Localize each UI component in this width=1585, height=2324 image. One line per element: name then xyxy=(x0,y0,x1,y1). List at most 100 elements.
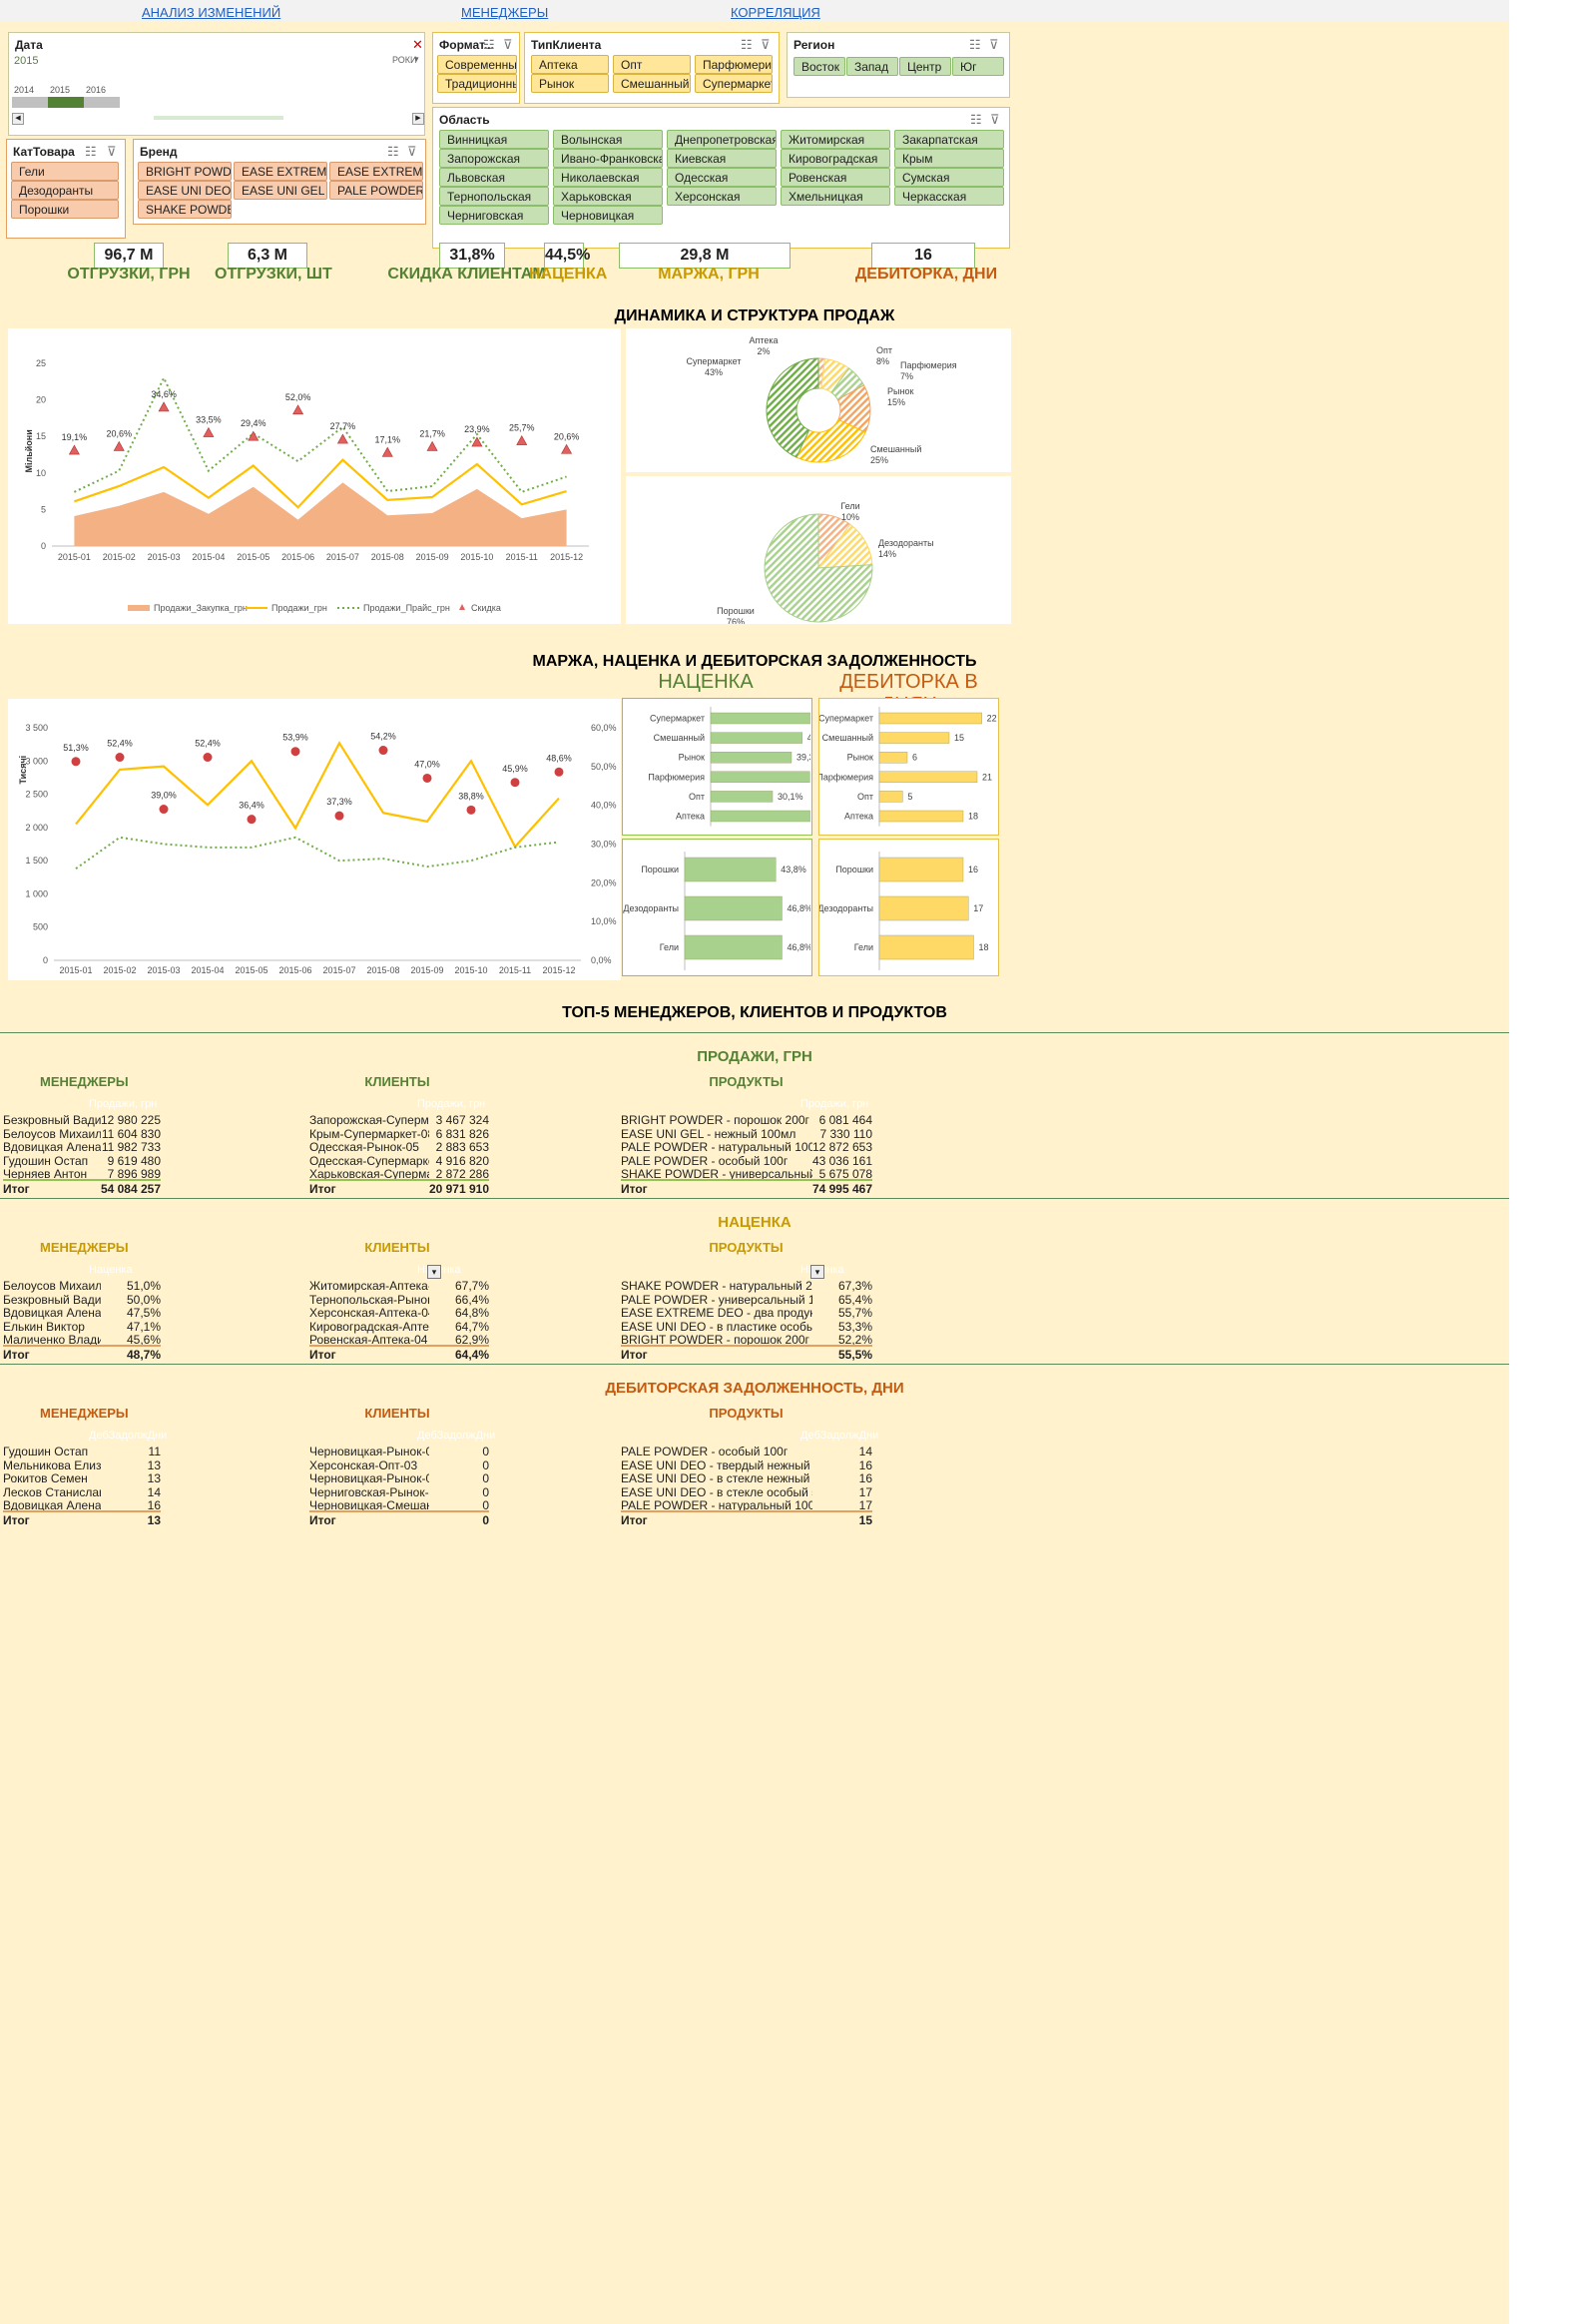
bar xyxy=(710,791,774,803)
donut-slice-label: Смешанный 25% xyxy=(870,444,921,465)
client-type-donut: Аптека 2% Опт 8% Парфюмерия 7% Рынок 15% Смешанн… xyxy=(626,328,1011,472)
slicer-button[interactable]: Львовская xyxy=(439,168,549,187)
slicer-button[interactable]: Рынок xyxy=(531,74,609,93)
slicer-button[interactable]: Смешанный xyxy=(613,74,691,93)
period-dropdown[interactable]: РОКИ xyxy=(392,55,417,65)
table-total-row: Итог 13 xyxy=(3,1511,161,1529)
section-title-margin: МАРЖА, НАЦЕНКА И ДЕБИТОРСКАЯ ЗАДОЛЖЕННОС… xyxy=(532,653,977,670)
slicer-button[interactable]: Черновицкая xyxy=(553,206,663,225)
slicer-button[interactable]: Дезодоранты xyxy=(11,181,119,200)
markup-chart-title: НАЦЕНКА xyxy=(658,671,754,693)
slicer-button[interactable]: EASE UNI DEO xyxy=(138,181,232,200)
slicer-button[interactable]: Черкасская xyxy=(894,187,1004,206)
slicer-button[interactable]: Николаевская xyxy=(553,168,663,187)
y2-tick-label: 50,0% xyxy=(591,762,617,772)
nav-link-correlation[interactable]: КОРРЕЛЯЦИЯ xyxy=(731,5,820,20)
slicer-button[interactable]: Житомирская xyxy=(781,130,890,149)
x-tick-label: 2015-04 xyxy=(191,965,224,975)
slicer-button[interactable]: Ровенская xyxy=(781,168,890,187)
bar xyxy=(710,752,792,764)
clear-filter-icon[interactable]: ⊽ xyxy=(990,112,1000,128)
bar-data-label: 43,8% xyxy=(781,865,806,874)
timeline-bar-2016[interactable] xyxy=(84,97,120,108)
discount-data-label: 34,6% xyxy=(151,389,177,399)
multiselect-icon[interactable]: ☷ xyxy=(741,37,753,53)
total-value: 15 xyxy=(858,1513,872,1527)
slicer-button[interactable]: Запорожская xyxy=(439,149,549,168)
slicer-button[interactable]: Запад xyxy=(846,57,898,76)
multiselect-icon[interactable]: ☷ xyxy=(969,37,981,53)
slicer-button[interactable]: Юг xyxy=(952,57,1004,76)
y-tick-label: 5 xyxy=(41,504,46,514)
donut-slice-label: Порошки 76% xyxy=(717,606,755,624)
bar xyxy=(878,791,903,803)
slicer-button[interactable]: PALE POWDER xyxy=(329,181,423,200)
slicer-button[interactable]: Волынская xyxy=(553,130,663,149)
x-tick-label: 2015-06 xyxy=(281,552,314,562)
slicer-button[interactable]: Херсонская xyxy=(667,187,777,206)
markup-data-label: 39,0% xyxy=(151,791,177,801)
clear-filter-icon[interactable]: ⊽ xyxy=(107,144,117,160)
timeline-scrollbar[interactable] xyxy=(154,116,283,120)
slicer-button[interactable]: EASE EXTREME DEO xyxy=(234,162,327,181)
scroll-left-icon[interactable]: ◀ xyxy=(12,113,24,125)
multiselect-icon[interactable]: ☷ xyxy=(970,112,982,128)
slicer-button[interactable]: SHAKE POWDER xyxy=(138,200,232,219)
slicer-button[interactable]: Харьковская xyxy=(553,187,663,206)
y-axis-label: Мільйони xyxy=(24,429,34,472)
slicer-button[interactable]: Центр xyxy=(899,57,951,76)
slicer-button[interactable]: EASE UNI GEL xyxy=(234,181,327,200)
slicer-button[interactable]: Супермаркет xyxy=(695,74,773,93)
nav-link-changes[interactable]: АНАЛИЗ ИЗМЕНЕНИЙ xyxy=(142,5,280,20)
slicer-button[interactable]: Традиционный xyxy=(437,74,517,93)
slicer-button[interactable]: Днепропетровская xyxy=(667,130,777,149)
slicer-button[interactable]: Винницкая xyxy=(439,130,549,149)
slicer-button[interactable]: Черниговская xyxy=(439,206,549,225)
clear-filter-icon[interactable]: ✕ xyxy=(412,37,423,53)
multiselect-icon[interactable]: ☷ xyxy=(483,37,495,53)
slicer-button[interactable]: Современный xyxy=(437,55,517,74)
top-navigation: АНАЛИЗ ИЗМЕНЕНИЙ МЕНЕДЖЕРЫ КОРРЕЛЯЦИЯ xyxy=(0,0,1509,23)
clear-filter-icon[interactable]: ⊽ xyxy=(761,37,771,53)
kpi-label: НАЦЕНКА xyxy=(529,266,608,283)
total-value: 48,7% xyxy=(126,1348,161,1362)
total-label: Итог xyxy=(621,1513,648,1527)
slicer-button[interactable]: EASE EXTREME GEL xyxy=(329,162,423,181)
slicer-button[interactable]: Закарпатская xyxy=(894,130,1004,149)
slicer-button[interactable]: BRIGHT POWDER xyxy=(138,162,232,181)
clear-filter-icon[interactable]: ⊽ xyxy=(503,37,513,53)
slicer-button[interactable]: Киевская xyxy=(667,149,777,168)
slicer-button[interactable]: Аптека xyxy=(531,55,609,74)
clear-filter-icon[interactable]: ⊽ xyxy=(989,37,999,53)
slicer-button[interactable]: Порошки xyxy=(11,200,119,219)
markup-data-label: 51,3% xyxy=(63,743,89,753)
timeline-bar-2015[interactable] xyxy=(48,97,84,108)
slicer-button[interactable]: Одесская xyxy=(667,168,777,187)
slicer-button[interactable]: Кировоградская xyxy=(781,149,890,168)
series-area-purchase xyxy=(74,482,567,546)
markup-marker xyxy=(334,811,344,821)
slicer-button[interactable]: Опт xyxy=(613,55,691,74)
slicer-button[interactable]: Тернопольская xyxy=(439,187,549,206)
chevron-down-icon[interactable]: ▾ xyxy=(414,54,419,65)
y-tick-label: 0 xyxy=(41,541,46,551)
markup-marker xyxy=(290,747,300,757)
clear-filter-icon[interactable]: ⊽ xyxy=(407,144,417,160)
scroll-right-icon[interactable]: ▶ xyxy=(412,113,424,125)
slicer-button[interactable]: Гели xyxy=(11,162,119,181)
bar-data-label: 16 xyxy=(968,865,978,874)
slicer-button[interactable]: Хмельницкая xyxy=(781,187,890,206)
bar-category-label: Порошки xyxy=(641,865,679,874)
debt-by-category: Порошки 16 Дезодоранты 17 Гели 18 xyxy=(817,839,999,976)
multiselect-icon[interactable]: ☷ xyxy=(85,144,97,160)
slicer-button[interactable]: Крым xyxy=(894,149,1004,168)
nav-link-managers[interactable]: МЕНЕДЖЕРЫ xyxy=(461,5,548,20)
y-tick-label: 25 xyxy=(36,358,46,368)
multiselect-icon[interactable]: ☷ xyxy=(387,144,399,160)
slicer-button[interactable]: Восток xyxy=(793,57,845,76)
timeline-bar-2014[interactable] xyxy=(12,97,48,108)
slicer-button[interactable]: Ивано-Франковская xyxy=(553,149,663,168)
slicer-button[interactable]: Парфюмерия xyxy=(695,55,773,74)
discount-data-label: 20,6% xyxy=(554,431,580,441)
slicer-button[interactable]: Сумская xyxy=(894,168,1004,187)
